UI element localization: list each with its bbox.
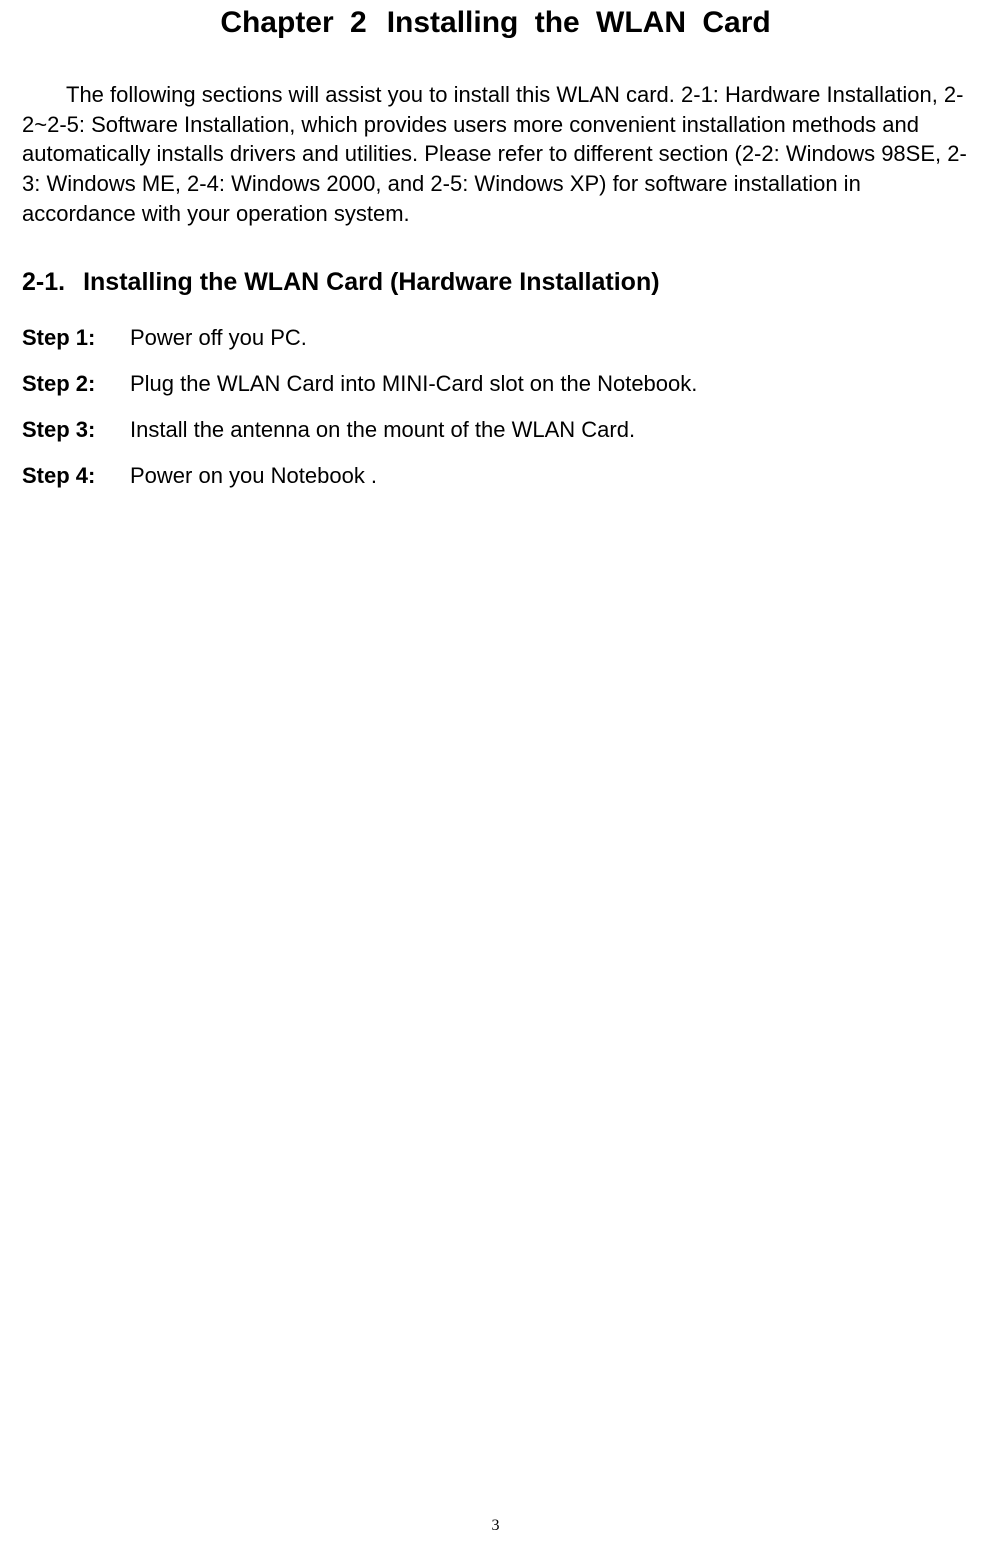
section-title: Installing the WLAN Card (Hardware Insta… — [83, 268, 659, 296]
step-row: Step 4: Power on you Notebook . — [22, 463, 969, 489]
step-text: Power on you Notebook . — [130, 463, 969, 489]
step-label: Step 3: — [22, 417, 130, 443]
step-label: Step 1: — [22, 325, 130, 351]
chapter-label: Chapter 2 — [220, 6, 366, 39]
step-label: Step 4: — [22, 463, 130, 489]
section-heading: 2-1. Installing the WLAN Card (Hardware I… — [22, 268, 969, 297]
step-row: Step 2: Plug the WLAN Card into MINI-Car… — [22, 371, 969, 397]
step-row: Step 3: Install the antenna on the mount… — [22, 417, 969, 443]
intro-paragraph: The following sections will assist you t… — [22, 80, 969, 228]
step-label: Step 2: — [22, 371, 130, 397]
page-number: 3 — [0, 1517, 991, 1535]
chapter-title: Chapter 2 Installing the WLAN Card — [22, 6, 969, 40]
step-text: Plug the WLAN Card into MINI-Card slot o… — [130, 371, 969, 397]
step-text: Power off you PC. — [130, 325, 969, 351]
step-text: Install the antenna on the mount of the … — [130, 417, 969, 443]
section-number: 2-1. — [22, 268, 65, 296]
chapter-name: Installing the WLAN Card — [387, 6, 771, 39]
step-row: Step 1: Power off you PC. — [22, 325, 969, 351]
